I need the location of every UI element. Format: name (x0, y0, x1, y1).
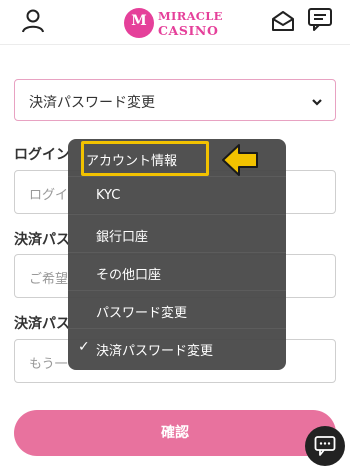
menu-item-label: その他口座 (96, 268, 162, 283)
user-icon[interactable] (20, 8, 46, 38)
chat-support-button[interactable] (305, 426, 345, 466)
app-header: M MIRACLE CASINO (0, 0, 350, 45)
confirm-payment-password-label: 決済パス (14, 316, 70, 332)
new-payment-password-placeholder: ご希望 (29, 272, 69, 287)
logo-text-casino: CASINO (158, 23, 219, 38)
checkmark-icon: ✓ (78, 339, 90, 355)
new-payment-password-label: 決済パス (14, 232, 70, 248)
section-select[interactable]: 決済パスワード変更 (14, 79, 336, 121)
login-password-label: ログイン (14, 147, 70, 163)
menu-item-label: 銀行口座 (96, 230, 149, 245)
menu-item-label: 決済パスワード変更 (96, 344, 214, 359)
confirm-button[interactable]: 確認 (14, 410, 336, 456)
chevron-down-icon (311, 93, 323, 112)
menu-item-label: パスワード変更 (96, 306, 188, 321)
menu-item-payment-password-change[interactable]: ✓ 決済パスワード変更 (68, 329, 286, 367)
logo-mark: M (131, 13, 147, 29)
chat-bubble-icon (314, 435, 336, 461)
login-password-placeholder: ログイ (29, 188, 69, 203)
confirm-payment-password-placeholder: もう一 (29, 357, 68, 372)
menu-item-password-change[interactable]: パスワード変更 (68, 291, 286, 329)
logo-text-miracle: MIRACLE (158, 9, 223, 23)
arrow-left-icon (220, 142, 260, 182)
menu-item-bank-account[interactable]: 銀行口座 (68, 215, 286, 253)
envelope-open-icon[interactable] (271, 10, 295, 36)
chat-icon[interactable] (307, 7, 333, 37)
menu-item-kyc[interactable]: KYC (68, 177, 286, 215)
menu-item-other-account[interactable]: その他口座 (68, 253, 286, 291)
section-select-value: 決済パスワード変更 (29, 95, 155, 111)
highlight-box (81, 141, 209, 176)
brand-logo[interactable]: M MIRACLE CASINO (124, 6, 228, 40)
menu-item-label: KYC (96, 188, 121, 203)
